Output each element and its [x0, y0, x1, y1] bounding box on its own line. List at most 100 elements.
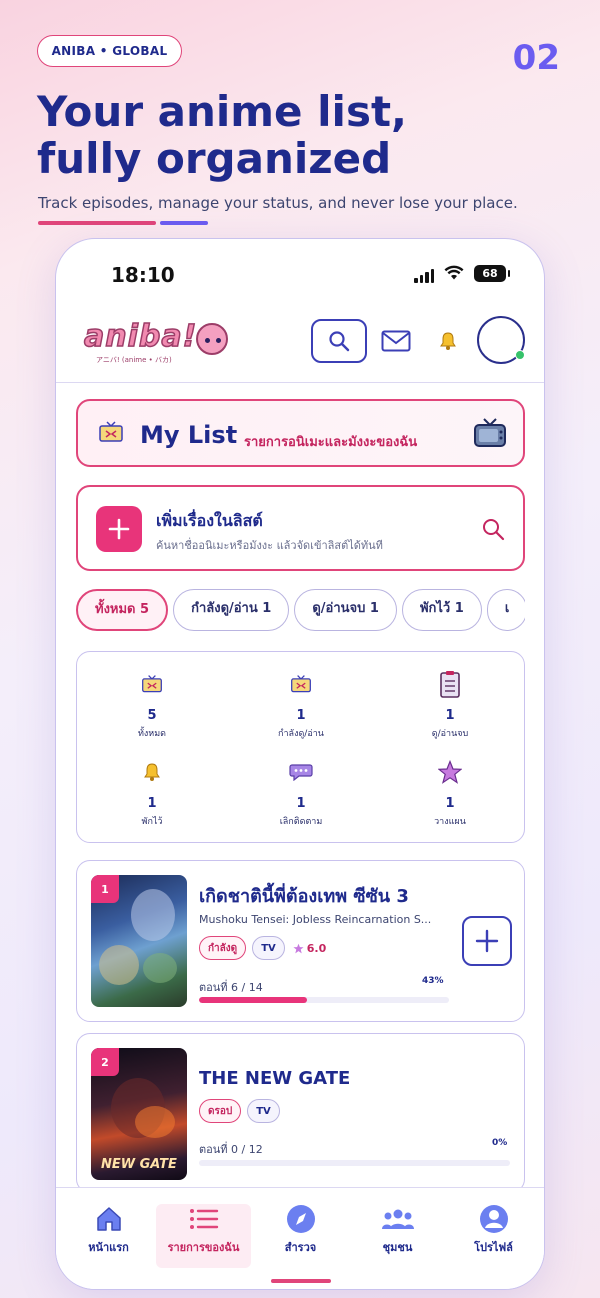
stat-label: ดู/อ่านจบ: [431, 729, 469, 739]
notifications-button[interactable]: [437, 329, 459, 353]
promo-subtitle: Track episodes, manage your status, and …: [38, 194, 518, 212]
my-list-banner: My List รายการอนิเมะและมังงะของฉัน: [76, 399, 525, 467]
bell-icon: [440, 332, 456, 350]
phone-frame: 18:10 68 aniba! アニバ! (anime • バカ) My Lis…: [55, 238, 545, 1290]
anime-list-item[interactable]: 2 NEW GATE THE NEW GATE ดรอป TV ตอนที่ 0…: [76, 1033, 525, 1193]
list-icon: [189, 1209, 218, 1229]
community-icon: [381, 1209, 414, 1229]
progress-fill: [199, 997, 307, 1003]
tab-home[interactable]: หน้าแรก: [61, 1204, 156, 1268]
headline-line-2: fully organized: [37, 134, 392, 183]
wifi-icon: [444, 265, 464, 280]
filter-chip-more[interactable]: เ: [486, 589, 525, 631]
chat-icon: [289, 764, 313, 781]
battery-indicator: 68: [474, 265, 510, 282]
accent-bar-pink: [38, 221, 156, 225]
stat-label: ทั้งหมด: [137, 729, 167, 739]
progress-percent: 0%: [492, 1138, 508, 1148]
tab-profile[interactable]: โปรไฟล์: [446, 1204, 541, 1268]
tab-label: โปรไฟล์: [474, 1241, 513, 1254]
mascot-icon: [196, 323, 228, 355]
my-list-subtitle: รายการอนิเมะและมังงะของฉัน: [244, 435, 418, 450]
anime-subtitle: Mushoku Tensei: Jobless Reincarnation S.…: [199, 913, 432, 926]
add-card-title: เพิ่มเรื่องในลิสต์: [156, 511, 263, 530]
rank-badge: 1: [91, 875, 119, 903]
type-badge: TV: [252, 936, 285, 960]
anime-list-item[interactable]: 1 เกิดชาตินี้พี่ต้องเทพ ซีซัน 3 Mushoku …: [76, 860, 525, 1022]
rating-value: 6.0: [306, 941, 327, 955]
poster-title-text: NEW GATE: [101, 1157, 177, 1172]
status-bar: 18:10 68: [56, 239, 544, 301]
stat-planned: 1 วางแผน: [390, 758, 510, 828]
logo-subtitle: アニバ! (anime • バカ): [96, 356, 172, 364]
type-badge: TV: [247, 1099, 280, 1123]
tab-explore[interactable]: สำรวจ: [253, 1204, 348, 1268]
star-icon: [438, 760, 462, 784]
stat-label: เลิกติดตาม: [279, 817, 323, 827]
status-badge[interactable]: ดรอป: [199, 1099, 242, 1123]
add-card-subtitle: ค้นหาชื่ออนิเมะหรือมังงะ แล้วจัดเข้าลิสต…: [156, 539, 383, 552]
retro-tv-icon: [474, 418, 506, 447]
avatar[interactable]: [477, 316, 525, 364]
anime-tags: กำลังดู TV 6.0: [199, 936, 326, 960]
rank-badge: 2: [91, 1048, 119, 1076]
search-icon: [329, 331, 350, 352]
tv-icon: [291, 675, 311, 693]
tab-label: หน้าแรก: [88, 1241, 129, 1254]
tab-my-list[interactable]: รายการของฉัน: [156, 1204, 251, 1268]
rating: 6.0: [293, 941, 327, 955]
stat-value: 1: [445, 796, 455, 811]
my-list-title: My List: [140, 421, 238, 449]
anime-title: เกิดชาตินี้พี่ต้องเทพ ซีซัน 3: [199, 886, 409, 907]
anime-poster: 2 NEW GATE: [91, 1048, 187, 1180]
tab-label: สำรวจ: [284, 1241, 317, 1254]
online-status-dot: [515, 350, 525, 360]
bottom-tab-bar: หน้าแรก รายการของฉัน สำรวจ ชุมชน โปรไฟล์: [56, 1187, 544, 1289]
accent-bar-purple: [160, 221, 208, 225]
home-icon: [96, 1207, 121, 1231]
progress-track: [199, 997, 449, 1003]
stat-value: 5: [147, 708, 157, 723]
headline-line-1: Your anime list,: [37, 87, 407, 136]
episode-progress-label: ตอนที่ 0 / 12: [199, 1143, 263, 1156]
tab-community[interactable]: ชุมชน: [350, 1204, 445, 1268]
anime-poster: 1: [91, 875, 187, 1007]
aniba-logo[interactable]: aniba! アニバ! (anime • バカ): [83, 318, 234, 365]
bell-icon: [144, 763, 160, 781]
filter-chip-on-hold[interactable]: พักไว้ 1: [401, 589, 482, 631]
add-to-list-card[interactable]: เพิ่มเรื่องในลิสต์ ค้นหาชื่ออนิเมะหรือมั…: [76, 485, 525, 571]
compass-icon: [286, 1205, 315, 1233]
tab-label: ชุมชน: [382, 1241, 413, 1254]
stat-value: 1: [296, 708, 306, 723]
status-summary-panel: 5 ทั้งหมด 1 กำลังดู/อ่าน 1 ดู/อ่านจบ 1 พ…: [76, 651, 525, 843]
progress-track: [199, 1160, 510, 1166]
stat-value: 1: [296, 796, 306, 811]
stat-label: วางแผน: [434, 817, 466, 827]
stat-on-hold: 1 พักไว้: [92, 758, 212, 828]
clipboard-icon: [440, 671, 460, 698]
brand-badge: ANIBA • GLOBAL: [37, 35, 182, 67]
stat-value: 1: [147, 796, 157, 811]
filter-chip-completed[interactable]: ดู/อ่านจบ 1: [294, 589, 397, 631]
increment-episode-button[interactable]: [462, 916, 512, 966]
status-badge[interactable]: กำลังดู: [199, 936, 247, 960]
anime-tags: ดรอป TV: [199, 1099, 280, 1123]
mail-icon: [381, 330, 411, 352]
app-header: aniba! アニバ! (anime • バカ): [56, 301, 544, 383]
add-button[interactable]: [96, 506, 142, 552]
signal-icon: [414, 269, 434, 283]
tv-icon: [142, 675, 162, 693]
filter-chip-watching[interactable]: กำลังดู/อ่าน 1: [173, 589, 290, 631]
messages-button[interactable]: [381, 327, 411, 355]
status-time: 18:10: [111, 263, 175, 287]
headline: Your anime list, fully organized: [37, 88, 557, 182]
search-icon[interactable]: [481, 517, 505, 541]
stat-dropped: 1 เลิกติดตาม: [241, 758, 361, 828]
plus-icon: [475, 929, 499, 953]
profile-icon: [479, 1205, 508, 1233]
filter-chip-all[interactable]: ทั้งหมด 5: [76, 589, 169, 631]
stat-value: 1: [445, 708, 455, 723]
search-button[interactable]: [311, 319, 367, 363]
stat-all: 5 ทั้งหมด: [92, 670, 212, 740]
page-number: 02: [512, 38, 560, 78]
